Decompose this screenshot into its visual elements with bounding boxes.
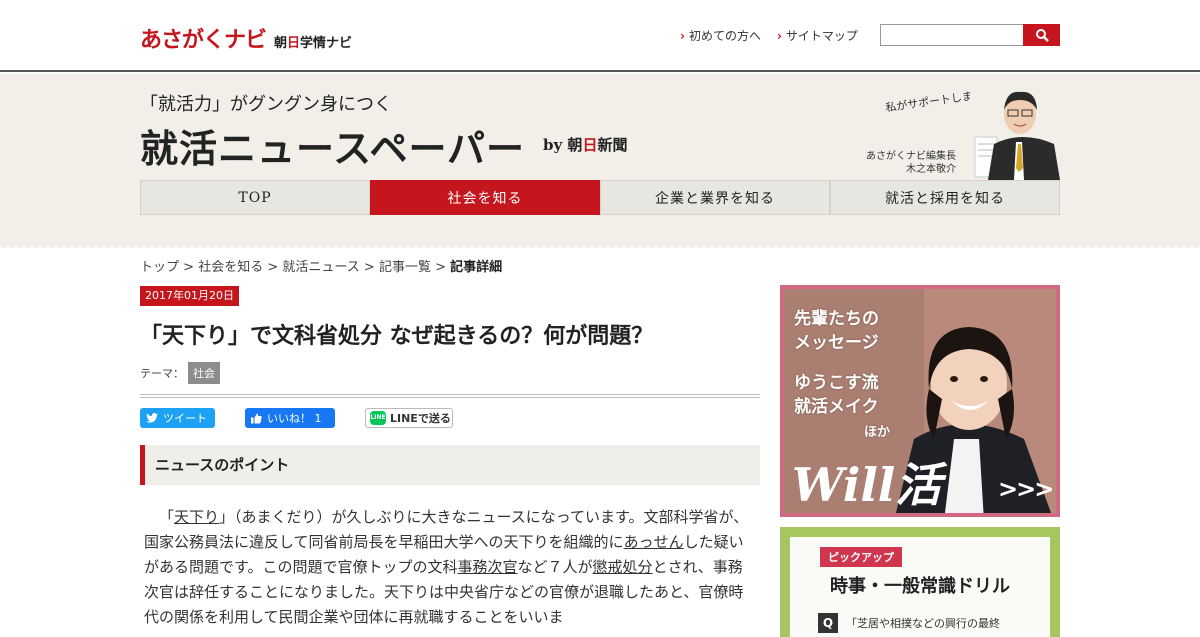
drill-card: ピックアップ 時事・一般常識ドリル Q 「芝居や相撲などの興行の最終 bbox=[790, 537, 1050, 637]
twitter-icon bbox=[146, 413, 158, 423]
search-input[interactable] bbox=[880, 24, 1024, 46]
nav-tab-top[interactable]: TOP bbox=[140, 180, 370, 215]
article-title: 「天下り」で文科省処分 なぜ起きるの？何が問題？ bbox=[140, 324, 654, 349]
date-badge: 2017年01月20日 bbox=[140, 286, 239, 306]
ad-line-2: メッセージ bbox=[794, 333, 879, 353]
social-buttons: ツイート いいね！ 1 LINE LINEで送る bbox=[140, 408, 453, 428]
search-icon bbox=[1035, 29, 1049, 42]
drill-banner[interactable]: ピックアップ 時事・一般常識ドリル Q 「芝居や相撲などの興行の最終 bbox=[780, 527, 1060, 637]
nav-tab-jobhunting[interactable]: 就活と採用を知る bbox=[830, 180, 1060, 215]
crumb-top[interactable]: トップ bbox=[140, 260, 179, 275]
will-katsu-banner[interactable]: 先輩たちの メッセージ ゆうこす流 就活メイク ほか Will活 >>> bbox=[780, 285, 1060, 517]
line-icon: LINE bbox=[370, 411, 386, 425]
theme-tag[interactable]: 社会 bbox=[188, 362, 220, 384]
site-title[interactable]: 就活ニュースペーパー bbox=[140, 118, 525, 173]
thumbs-up-icon bbox=[251, 413, 262, 423]
main-nav: TOP 社会を知る 企業と業界を知る 就活と採用を知る bbox=[140, 180, 1060, 215]
crumb-separator: > bbox=[435, 260, 447, 275]
link-sitemap[interactable]: › サイトマップ bbox=[777, 27, 858, 44]
editor-photo bbox=[970, 82, 1060, 180]
ad-line-3: ゆうこす流 bbox=[794, 373, 879, 393]
section-heading: ニュースのポイント bbox=[140, 445, 760, 485]
line-share-button[interactable]: LINE LINEで送る bbox=[365, 408, 453, 428]
crumb-society[interactable]: 社会を知る bbox=[198, 260, 263, 275]
site-tagline: 「就活力」がグングン身につく bbox=[140, 94, 392, 115]
nav-tab-companies[interactable]: 企業と業界を知る bbox=[600, 180, 830, 215]
term-link-amakudari[interactable]: 天下り bbox=[174, 508, 219, 526]
like-button[interactable]: いいね！ 1 bbox=[245, 408, 335, 428]
crumb-news[interactable]: 就活ニュース bbox=[282, 260, 359, 275]
theme-row: テーマ： 社会 bbox=[140, 362, 220, 384]
article-body: 「天下り」（あまくだり）が久しぶりに大きなニュースになっています。文部科学省が、… bbox=[144, 508, 749, 626]
crumb-separator: > bbox=[267, 260, 279, 275]
tweet-button[interactable]: ツイート bbox=[140, 408, 215, 428]
logo-sub-text: 朝日学情ナビ bbox=[274, 36, 353, 51]
theme-label: テーマ： bbox=[140, 367, 184, 380]
chevron-right-icon: › bbox=[680, 29, 685, 43]
term-link-choukai[interactable]: 懲戒処分 bbox=[593, 558, 653, 576]
nav-tab-society[interactable]: 社会を知る bbox=[370, 180, 600, 215]
term-link-assen[interactable]: あっせん bbox=[624, 533, 684, 551]
top-links: › 初めての方へ › サイトマップ bbox=[680, 27, 858, 44]
crumb-list[interactable]: 記事一覧 bbox=[379, 260, 431, 275]
ad-line-5: ほか bbox=[864, 425, 891, 440]
site-logo[interactable]: あさがくナビ 朝日学情ナビ bbox=[140, 22, 352, 54]
ad-line-4: 就活メイク bbox=[794, 397, 879, 417]
question-mark-icon: Q bbox=[818, 613, 838, 633]
search-button[interactable] bbox=[1023, 24, 1060, 46]
breadcrumb: トップ > 社会を知る > 就活ニュース > 記事一覧 > 記事詳細 bbox=[140, 256, 502, 275]
editor-caption: あさがくナビ編集長 木之本敬介 bbox=[866, 151, 956, 175]
pickup-badge: ピックアップ bbox=[820, 547, 902, 567]
logo-main-text: あさがくナビ bbox=[140, 28, 267, 53]
top-bar: あさがくナビ 朝日学情ナビ › 初めての方へ › サイトマップ bbox=[0, 0, 1200, 72]
crumb-current: 記事詳細 bbox=[450, 260, 503, 275]
will-katsu-logo: Will活 bbox=[792, 458, 942, 512]
drill-question: 「芝居や相撲などの興行の最終 bbox=[846, 617, 1000, 630]
divider bbox=[140, 394, 760, 398]
crumb-separator: > bbox=[363, 260, 375, 275]
link-first-time[interactable]: › 初めての方へ bbox=[680, 27, 761, 44]
chevron-right-icon: › bbox=[776, 29, 782, 43]
chevrons-right-icon: >>> bbox=[998, 475, 1054, 503]
drill-title: 時事・一般常識ドリル bbox=[830, 576, 1010, 597]
term-link-jimujikan[interactable]: 事務次官 bbox=[458, 558, 518, 576]
crumb-separator: > bbox=[183, 260, 195, 275]
site-byline: by 朝日新聞 bbox=[543, 136, 628, 154]
ad-line-1: 先輩たちの bbox=[794, 309, 879, 329]
